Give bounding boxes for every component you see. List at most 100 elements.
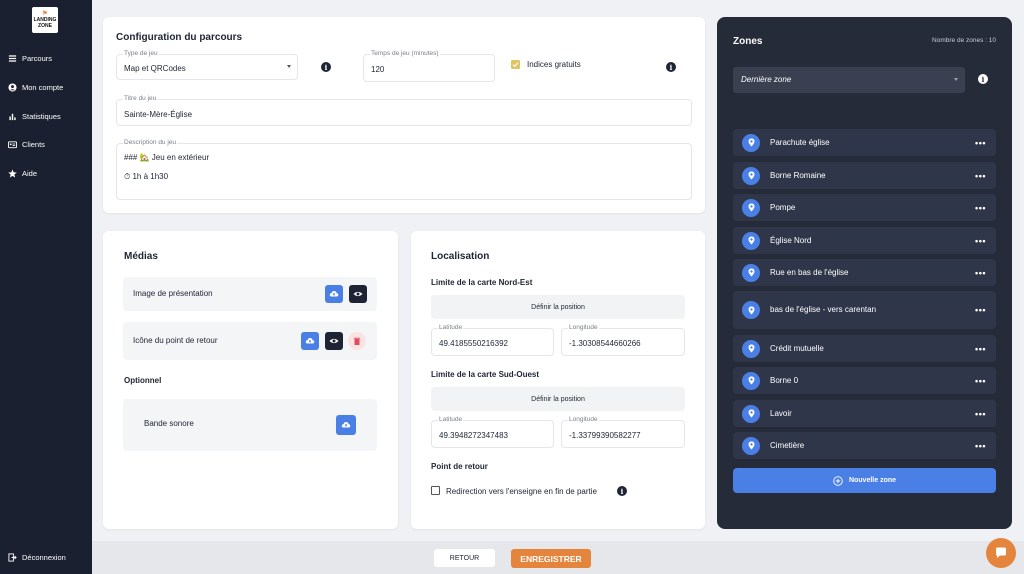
- location-card: Localisation Limite de la carte Nord-Est…: [411, 231, 705, 529]
- more-options-icon[interactable]: •••: [975, 344, 986, 354]
- chat-button[interactable]: [986, 538, 1016, 568]
- more-options-icon[interactable]: •••: [975, 203, 986, 213]
- zone-item[interactable]: Église Nord •••: [733, 227, 996, 254]
- zone-name: Borne Romaine: [770, 170, 826, 180]
- latitude-label: Latitude: [438, 416, 464, 423]
- upload-button[interactable]: [301, 332, 319, 350]
- map-pin-icon: [742, 263, 760, 282]
- game-time-value: 120: [371, 65, 385, 74]
- more-options-icon[interactable]: •••: [975, 376, 986, 386]
- info-icon[interactable]: i: [666, 62, 676, 72]
- sidebar-item-clients[interactable]: Clients: [8, 140, 45, 149]
- upload-button[interactable]: [325, 285, 343, 303]
- logout-label: Déconnexion: [22, 553, 66, 562]
- zone-name: bas de l'église - vers carentan: [770, 305, 877, 314]
- location-title: Localisation: [431, 251, 490, 262]
- zone-item[interactable]: bas de l'église - vers carentan •••: [733, 291, 996, 329]
- config-card: Configuration du parcours Type de jeu Ma…: [103, 17, 705, 213]
- last-zone-value: Dernière zone: [741, 75, 792, 84]
- zones-title: Zones: [733, 36, 763, 47]
- set-position-northeast-button[interactable]: Définir la position: [431, 295, 685, 319]
- set-position-southwest-button[interactable]: Définir la position: [431, 387, 685, 411]
- northeast-longitude-value: -1.30308544660266: [569, 339, 641, 348]
- game-type-label: Type de jeu: [123, 50, 159, 57]
- zone-item[interactable]: Pompe •••: [733, 194, 996, 221]
- more-options-icon[interactable]: •••: [975, 441, 986, 451]
- sidebar-item-parcours[interactable]: Parcours: [8, 54, 52, 63]
- chat-bubble-icon: [996, 547, 1006, 558]
- media-card: Médias Image de présentation Icône du po…: [103, 231, 398, 529]
- sidebar-item-label: Parcours: [22, 54, 53, 63]
- game-title-value: Sainte-Mère-Église: [124, 110, 193, 119]
- free-hints-checkbox[interactable]: [511, 60, 520, 69]
- preview-button[interactable]: [325, 332, 343, 350]
- zone-item[interactable]: Borne 0 •••: [733, 367, 996, 394]
- more-options-icon[interactable]: •••: [975, 236, 986, 246]
- southwest-latitude-input[interactable]: Latitude 49.3948272347483: [431, 416, 554, 448]
- game-time-label: Temps de jeu (minutes): [370, 50, 440, 57]
- map-pin-icon: [742, 301, 760, 319]
- last-zone-select[interactable]: Dernière zone: [733, 67, 965, 93]
- upload-button[interactable]: [336, 415, 356, 435]
- zone-name: Crédit mutuelle: [770, 343, 824, 353]
- user-icon: [8, 83, 17, 92]
- save-button[interactable]: ENREGISTRER: [511, 549, 591, 568]
- sidebar-item-mon-compte[interactable]: Mon compte: [8, 83, 63, 92]
- free-hints-label: Indices gratuits: [527, 60, 581, 69]
- sidebar-item-aide[interactable]: Aide: [8, 169, 37, 178]
- zone-name: Borne 0: [770, 375, 799, 385]
- redirect-label: Redirection vers l'enseigne en fin de pa…: [446, 487, 597, 496]
- game-type-value: Map et QRCodes: [124, 64, 186, 73]
- zone-name: Cimetière: [770, 440, 805, 450]
- logout-icon: [8, 553, 17, 562]
- southwest-longitude-input[interactable]: Longitude -1.33799390582277: [561, 416, 685, 448]
- zone-item[interactable]: Cimetière •••: [733, 432, 996, 459]
- more-options-icon[interactable]: •••: [975, 138, 986, 148]
- zone-item[interactable]: Parachute église •••: [733, 129, 996, 156]
- new-zone-button[interactable]: Nouvelle zone: [733, 468, 996, 493]
- preview-button[interactable]: [349, 285, 367, 303]
- game-description-textarea[interactable]: Description du jeu ### 🏡 Jeu en extérieu…: [116, 139, 692, 200]
- landing-zone-logo[interactable]: ⚑ LANDING ZONE: [32, 7, 58, 33]
- more-options-icon[interactable]: •••: [975, 268, 986, 278]
- caret-down-icon: [954, 78, 958, 81]
- zone-item[interactable]: Rue en bas de l'église •••: [733, 259, 996, 286]
- plus-circle-icon: [833, 475, 843, 486]
- sidebar-item-statistiques[interactable]: Statistiques: [8, 112, 61, 121]
- eye-icon: [329, 338, 339, 344]
- info-icon[interactable]: i: [617, 486, 627, 496]
- map-pin-icon: [742, 371, 760, 390]
- game-title-label: Titre du jeu: [123, 95, 158, 102]
- info-icon[interactable]: i: [321, 62, 331, 72]
- zone-name: Pompe: [770, 202, 796, 212]
- optional-heading: Optionnel: [124, 376, 162, 385]
- redirect-checkbox[interactable]: [431, 486, 440, 495]
- game-time-input[interactable]: Temps de jeu (minutes) 120: [363, 50, 495, 82]
- northeast-latitude-input[interactable]: Latitude 49.4185550216392: [431, 324, 554, 356]
- more-options-icon[interactable]: •••: [975, 409, 986, 419]
- delete-button[interactable]: [348, 332, 366, 350]
- game-title-input[interactable]: Titre du jeu Sainte-Mère-Église: [116, 95, 692, 126]
- sidebar: ⚑ LANDING ZONE Parcours Mon compte Stati…: [0, 0, 92, 574]
- northeast-longitude-input[interactable]: Longitude -1.30308544660266: [561, 324, 685, 356]
- back-button[interactable]: RETOUR: [434, 549, 495, 567]
- star-icon: [8, 169, 17, 178]
- return-icon-row: Icône du point de retour: [123, 322, 377, 360]
- more-options-icon[interactable]: •••: [975, 305, 986, 315]
- map-pin-icon: [742, 339, 760, 358]
- map-pin-icon: [742, 231, 760, 250]
- zone-item[interactable]: Crédit mutuelle •••: [733, 335, 996, 362]
- zone-item[interactable]: Lavoir •••: [733, 400, 996, 427]
- more-options-icon[interactable]: •••: [975, 171, 986, 181]
- northeast-latitude-value: 49.4185550216392: [439, 339, 508, 348]
- southwest-longitude-value: -1.33799390582277: [569, 431, 641, 440]
- logout-button[interactable]: Déconnexion: [8, 553, 66, 562]
- sidebar-item-label: Aide: [22, 169, 38, 178]
- info-icon[interactable]: i: [978, 74, 988, 84]
- map-pin-icon: [742, 133, 760, 152]
- eye-icon: [353, 291, 363, 297]
- cloud-upload-icon: [305, 338, 315, 344]
- zone-item[interactable]: Borne Romaine •••: [733, 162, 996, 189]
- game-type-select[interactable]: Type de jeu Map et QRCodes: [116, 50, 298, 80]
- zones-count: Nombre de zones : 10: [932, 37, 996, 44]
